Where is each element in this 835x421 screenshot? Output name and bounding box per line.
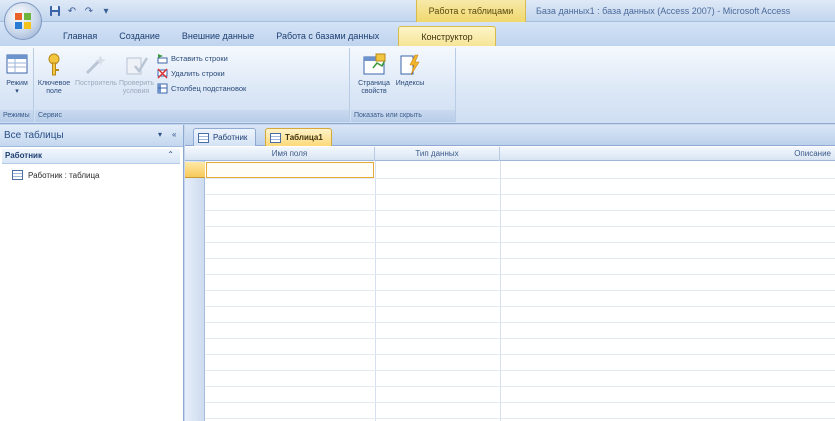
grid-row-line	[205, 226, 835, 227]
grid-row-line	[205, 258, 835, 259]
grid-row-line	[205, 322, 835, 323]
builder-wand-icon	[85, 55, 106, 75]
nav-group-collapse-icon[interactable]: ⌃	[167, 150, 174, 159]
grid-row-line	[205, 418, 835, 419]
nav-group-title: Работник	[5, 151, 42, 160]
nav-item-label: Работник : таблица	[28, 170, 100, 180]
doc-tab-label: Работник	[213, 133, 248, 142]
grid-header: Имя поля Тип данных Описание	[185, 147, 835, 161]
office-button[interactable]	[4, 2, 42, 40]
doc-tab-table1[interactable]: Таблица1	[265, 128, 332, 146]
title-bar: ↶ ↷ ▾ Работа с таблицами База данных1 : …	[0, 0, 835, 22]
indexes-label: Индексы	[395, 80, 425, 87]
insert-rows-label: Вставить строки	[171, 54, 228, 63]
doc-tab-label: Таблица1	[285, 133, 323, 142]
tab-home[interactable]: Главная	[52, 26, 108, 46]
delete-rows-label: Удалить строки	[171, 69, 225, 78]
undo-icon[interactable]: ↶	[65, 4, 79, 18]
tab-design[interactable]: Конструктор	[398, 26, 496, 46]
indexes-button[interactable]: Индексы	[395, 52, 425, 88]
view-mode-label: Режим	[6, 80, 28, 87]
nav-pane-title: Все таблицы	[4, 130, 64, 141]
doc-tab-employee[interactable]: Работник	[193, 128, 257, 146]
indexes-lightning-icon	[400, 54, 420, 76]
builder-button[interactable]: Построитель	[75, 52, 117, 88]
document-tab-bar: Работник Таблица1	[185, 125, 835, 146]
column-header-description[interactable]: Описание	[500, 147, 835, 161]
view-mode-icon	[6, 54, 28, 74]
window-title: База данных1 : база данных (Access 2007)…	[536, 6, 791, 16]
view-mode-button[interactable]: Режим ▾	[0, 52, 34, 96]
test-rules-button[interactable]: Проверить условия	[119, 52, 155, 96]
group-label-tools: Сервис	[35, 110, 349, 122]
ribbon: Режим ▾ Режимы Ключевое поле Построитель	[0, 46, 835, 124]
grid-row-line	[205, 354, 835, 355]
column-header-data-type[interactable]: Тип данных	[375, 147, 500, 161]
tab-external-data[interactable]: Внешние данные	[171, 26, 265, 46]
grid-row-line	[205, 306, 835, 307]
grid-row-line	[205, 178, 835, 179]
tab-database-tools[interactable]: Работа с базами данных	[265, 26, 390, 46]
group-tools: Ключевое поле Построитель Проверить усло…	[35, 48, 350, 122]
grid-row-line	[205, 274, 835, 275]
grid-row-line	[205, 338, 835, 339]
quick-access-toolbar: ↶ ↷ ▾	[48, 3, 113, 19]
lookup-column-icon	[157, 83, 168, 94]
delete-rows-button[interactable]: Удалить строки	[157, 67, 225, 80]
save-icon[interactable]	[48, 4, 62, 18]
document-area: Работник Таблица1 Имя поля Тип данных Оп…	[185, 125, 835, 421]
property-sheet-icon	[363, 53, 386, 75]
table-icon	[270, 132, 281, 143]
group-label-show-hide: Показать или скрыть	[351, 110, 455, 122]
key-icon	[48, 53, 60, 76]
grid-row-line	[205, 210, 835, 211]
property-sheet-label: Страница свойств	[358, 80, 390, 95]
nav-group-header[interactable]: Работник ⌃	[2, 149, 180, 164]
delete-rows-icon	[157, 68, 168, 79]
dropdown-arrow-icon: ▾	[15, 88, 19, 95]
tab-create[interactable]: Создание	[108, 26, 171, 46]
navigation-pane: Все таблицы ▾ « Работник ⌃ Работник : та…	[0, 125, 184, 421]
contextual-tab-title: Работа с таблицами	[416, 0, 526, 22]
property-sheet-button[interactable]: Страница свойств	[355, 52, 393, 96]
nav-dropdown-icon[interactable]: ▾	[158, 130, 162, 139]
office-logo-icon	[15, 13, 31, 29]
lookup-column-button[interactable]: Столбец подстановок	[157, 82, 246, 95]
column-divider	[500, 161, 501, 421]
test-rules-label: Проверить условия	[119, 80, 155, 95]
current-row-selector[interactable]	[185, 162, 205, 178]
grid-row-line	[205, 386, 835, 387]
column-divider	[375, 161, 376, 421]
table-design-grid: Имя поля Тип данных Описание	[185, 147, 835, 421]
lookup-column-label: Столбец подстановок	[171, 84, 247, 93]
group-label-views: Режимы	[0, 110, 33, 122]
field-name-input[interactable]	[206, 162, 374, 178]
group-show-hide: Страница свойств Индексы Показать или ск…	[351, 48, 456, 122]
column-header-field-name[interactable]: Имя поля	[205, 147, 375, 161]
primary-key-button[interactable]: Ключевое поле	[37, 52, 71, 96]
insert-rows-icon	[157, 53, 168, 64]
primary-key-label: Ключевое поле	[37, 80, 71, 95]
group-views: Режим ▾ Режимы	[0, 48, 34, 122]
test-rules-icon	[126, 57, 149, 75]
table-icon	[12, 170, 23, 180]
customize-qat-icon[interactable]: ▾	[99, 4, 113, 18]
nav-collapse-icon[interactable]: «	[172, 130, 176, 139]
row-selector-column[interactable]	[185, 147, 205, 421]
nav-item-table[interactable]: Работник : таблица	[0, 167, 183, 183]
grid-row-line	[205, 194, 835, 195]
grid-row-line	[205, 242, 835, 243]
grid-row-line	[205, 370, 835, 371]
nav-pane-header[interactable]: Все таблицы ▾ «	[0, 125, 183, 147]
redo-icon[interactable]: ↷	[82, 4, 96, 18]
insert-rows-button[interactable]: Вставить строки	[157, 52, 228, 65]
ribbon-tab-row: Главная Создание Внешние данные Работа с…	[0, 22, 835, 46]
table-icon	[198, 132, 209, 143]
grid-row-line	[205, 290, 835, 291]
grid-row-line	[205, 402, 835, 403]
builder-label: Построитель	[75, 80, 117, 87]
